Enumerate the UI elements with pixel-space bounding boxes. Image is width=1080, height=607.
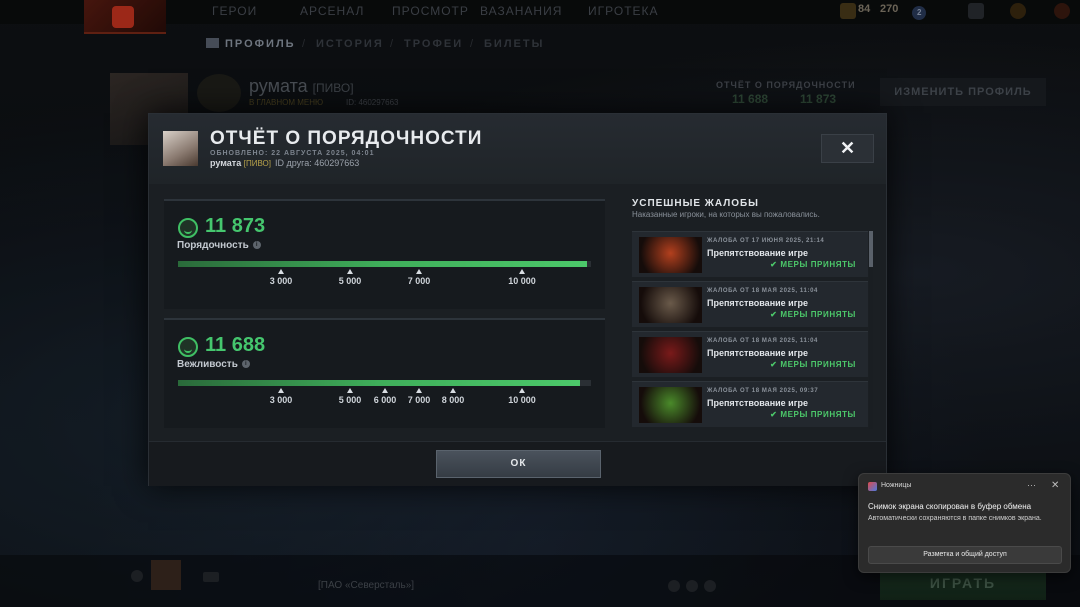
communication-tick: 5 000: [330, 388, 370, 405]
report-reason: Препятствование игре: [707, 298, 808, 308]
close-icon: ✕: [839, 138, 856, 158]
behavior-tick: 5 000: [330, 269, 370, 286]
behavior-label-row: Порядочность i: [177, 240, 261, 251]
report-date: ЖАЛОБА ОТ 17 ИЮНЯ 2025, 21:14: [707, 238, 825, 244]
report-item[interactable]: ЖАЛОБА ОТ 18 МАЯ 2025, 11:04 Препятствова…: [632, 331, 868, 377]
behavior-panel: 11 873 Порядочность i 3 000 5 000 7 000 10 0…: [164, 199, 605, 309]
behavior-bar: [178, 261, 591, 267]
player-avatar: [163, 131, 198, 166]
more-icon[interactable]: ···: [1027, 480, 1036, 490]
modal-footer: ОК: [149, 441, 886, 486]
snipping-toast[interactable]: Ножницы ··· ✕ Снимок экрана скопирован в…: [858, 473, 1071, 573]
scrollbar-thumb[interactable]: [869, 231, 873, 267]
report-item[interactable]: ЖАЛОБА ОТ 17 ИЮНЯ 2025, 21:14 Препятствов…: [632, 231, 868, 277]
reports-title: УСПЕШНЫЕ ЖАЛОБЫ: [632, 198, 759, 209]
communication-tick: 8 000: [433, 388, 473, 405]
behavior-score: 11 873: [205, 215, 266, 237]
report-reason: Препятствование игре: [707, 248, 808, 258]
report-date: ЖАЛОБА ОТ 18 МАЯ 2025, 09:37: [707, 388, 819, 394]
toast-heading: Снимок экрана скопирован в буфер обмена: [868, 502, 1032, 511]
report-item[interactable]: ЖАЛОБА ОТ 18 МАЯ 2025, 09:37 Препятствова…: [632, 381, 868, 427]
hero-portrait: [639, 287, 702, 323]
report-status: МЕРЫ ПРИНЯТЫ: [770, 310, 856, 319]
conduct-report-modal: ОТЧЁТ О ПОРЯДОЧНОСТИ ОБНОВЛЕНО: 22 АВГУС…: [148, 113, 887, 486]
behavior-tick: 10 000: [502, 269, 542, 286]
communication-bar-fill: [178, 380, 580, 386]
communication-score: 11 688: [205, 334, 266, 356]
behavior-label: Порядочность: [177, 240, 249, 251]
info-icon[interactable]: i: [252, 241, 261, 250]
hero-portrait: [639, 387, 702, 423]
behavior-bar-fill: [178, 261, 587, 267]
toast-app-name: Ножницы: [881, 482, 912, 489]
toast-close-icon[interactable]: ✕: [1051, 480, 1059, 491]
report-status: МЕРЫ ПРИНЯТЫ: [770, 360, 856, 369]
snipping-tool-icon: [868, 482, 877, 491]
report-status: МЕРЫ ПРИНЯТЫ: [770, 260, 856, 269]
player-info: румата [ПИВО] ID друга: 460297663: [210, 158, 359, 168]
ok-button[interactable]: ОК: [436, 450, 601, 478]
friend-id: ID друга: 460297663: [275, 158, 360, 168]
communication-tick: 3 000: [261, 388, 301, 405]
report-reason: Препятствование игре: [707, 348, 808, 358]
report-date: ЖАЛОБА ОТ 18 МАЯ 2025, 11:04: [707, 338, 818, 344]
close-button[interactable]: ✕: [821, 134, 874, 163]
communication-label-row: Вежливость i: [177, 359, 250, 370]
hero-portrait: [639, 337, 702, 373]
behavior-tick: 3 000: [261, 269, 301, 286]
modal-title: ОТЧЁТ О ПОРЯДОЧНОСТИ: [210, 128, 483, 149]
smiley-icon: [178, 337, 198, 357]
report-reason: Препятствование игре: [707, 398, 808, 408]
info-icon[interactable]: i: [241, 360, 250, 369]
markup-share-button[interactable]: Разметка и общий доступ: [868, 546, 1062, 564]
player-name: румата: [210, 158, 242, 168]
reports-scrollbar[interactable]: [869, 231, 873, 429]
communication-tick: 10 000: [502, 388, 542, 405]
communication-panel: 11 688 Вежливость i 3 000 5 000 6 000 7 000 8…: [164, 318, 605, 428]
communication-label: Вежливость: [177, 359, 238, 370]
report-status: МЕРЫ ПРИНЯТЫ: [770, 410, 856, 419]
communication-bar: [178, 380, 591, 386]
toast-body: Автоматически сохраняются в папке снимко…: [868, 515, 1042, 522]
reports-subtitle: Наказанные игроки, на которых вы пожалов…: [632, 210, 820, 219]
smiley-icon: [178, 218, 198, 238]
hero-portrait: [639, 237, 702, 273]
report-item[interactable]: ЖАЛОБА ОТ 18 МАЯ 2025, 11:04 Препятствова…: [632, 281, 868, 327]
report-date: ЖАЛОБА ОТ 18 МАЯ 2025, 11:04: [707, 288, 818, 294]
behavior-tick: 7 000: [399, 269, 439, 286]
updated-timestamp: ОБНОВЛЕНО: 22 АВГУСТА 2025, 04:01: [210, 150, 375, 157]
reports-list[interactable]: ЖАЛОБА ОТ 17 ИЮНЯ 2025, 21:14 Препятствов…: [632, 231, 874, 429]
player-tag: [ПИВО]: [243, 159, 271, 168]
